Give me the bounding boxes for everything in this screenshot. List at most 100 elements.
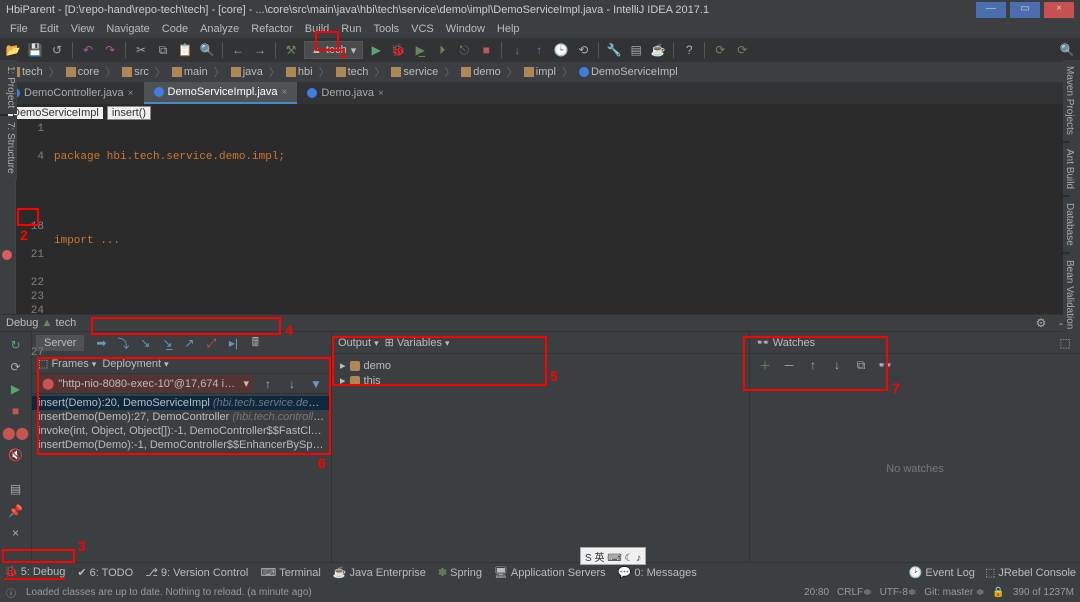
settings-icon[interactable]: 🔧 (605, 41, 623, 59)
forward-icon[interactable]: → (251, 41, 269, 59)
project-tool[interactable]: 1: Project (0, 60, 17, 114)
frames-list[interactable]: insert(Demo):20, DemoServiceImpl (hbi.te… (32, 394, 331, 454)
pin-icon[interactable]: 📌 (7, 502, 25, 520)
mute-icon[interactable]: 🔇 (7, 446, 25, 464)
bc-src[interactable]: src (118, 66, 153, 78)
duplicate-watch-icon[interactable]: ⧉ (852, 356, 870, 374)
menu-code[interactable]: Code (158, 23, 192, 35)
back-icon[interactable]: ← (229, 41, 247, 59)
frame-row[interactable]: insertDemo(Demo):27, DemoController (hbi… (32, 410, 331, 424)
search-everywhere-icon[interactable]: 🔍 (1058, 41, 1076, 59)
add-watch-icon[interactable]: ＋ (756, 356, 774, 374)
database-tool[interactable]: Database (1063, 197, 1080, 252)
jrebel-console[interactable]: ⬚JRebel Console (985, 566, 1076, 579)
breakpoint-icon[interactable]: 21 (16, 248, 44, 262)
watches-tab[interactable]: 👓 Watches (756, 336, 815, 349)
caret-position[interactable]: 20:80 (804, 587, 829, 598)
tool-debug[interactable]: 🐞5: Debug (4, 565, 65, 580)
var-row[interactable]: ▸ demo (340, 358, 741, 373)
paste-icon[interactable]: 📋 (176, 41, 194, 59)
menu-build[interactable]: Build (301, 23, 333, 35)
info-icon[interactable]: ⓘ (6, 585, 16, 600)
open-icon[interactable]: 📂 (4, 41, 22, 59)
profile-icon[interactable]: ⏵ (433, 41, 451, 59)
menu-file[interactable]: File (6, 23, 32, 35)
find-icon[interactable]: 🔍 (198, 41, 216, 59)
close-button[interactable]: × (1044, 2, 1074, 18)
lock-icon[interactable]: 🔒 (992, 587, 1004, 598)
watch-down-icon[interactable]: ↓ (828, 356, 846, 374)
output-tab[interactable]: Output ▾ (338, 337, 379, 349)
tool-java-ee[interactable]: ☕Java Enterprise (333, 566, 426, 579)
stop-icon[interactable]: ■ (477, 41, 495, 59)
tab-democontroller[interactable]: DemoController.java× (0, 82, 144, 104)
tool-messages[interactable]: 💬0: Messages (618, 566, 697, 579)
sdk-icon[interactable]: ☕ (649, 41, 667, 59)
menu-analyze[interactable]: Analyze (196, 23, 243, 35)
menu-edit[interactable]: Edit (36, 23, 63, 35)
gear-icon[interactable]: ⚙ (1032, 314, 1050, 332)
tool-todo[interactable]: ✔6: TODO (77, 566, 133, 579)
undo-icon[interactable]: ↶ (79, 41, 97, 59)
restore-layout-icon[interactable]: ⬚ (1056, 334, 1074, 352)
variables-tab[interactable]: ⊞ Variables ▾ (385, 336, 450, 349)
beanvalid-tool[interactable]: Bean Validation (1063, 254, 1080, 335)
sync-icon[interactable]: ↺ (48, 41, 66, 59)
bc-main[interactable]: main (168, 66, 212, 78)
structure-icon[interactable]: ▤ (627, 41, 645, 59)
thread-selector[interactable]: ⬤ "http-nio-8080-exec-10"@17,674 in grou… (38, 375, 253, 392)
tab-demoserviceimpl[interactable]: DemoServiceImpl.java× (144, 82, 298, 104)
run-to-cursor-icon[interactable]: ▸| (224, 334, 242, 352)
tool-terminal[interactable]: ⌨Terminal (260, 566, 320, 579)
drop-frame-icon[interactable]: ⤢ (202, 334, 220, 352)
filter-icon[interactable]: ▼ (307, 375, 325, 393)
bc-impl[interactable]: impl (520, 66, 560, 78)
run-config-combo[interactable]: ▲ tech ▾ (304, 41, 363, 59)
line-gutter[interactable]: 1 4 18 21 22 23 24 27 (16, 122, 48, 314)
remove-watch-icon[interactable]: － (780, 356, 798, 374)
ime-bar[interactable]: S 英 ⌨ ☾ ♪ (580, 547, 646, 565)
vcs-history-icon[interactable]: 🕒 (552, 41, 570, 59)
bc-hbi[interactable]: hbi (282, 66, 317, 78)
maven-tool[interactable]: Maven Projects (1063, 60, 1080, 141)
deployment-tab[interactable]: Deployment ▾ (102, 358, 168, 370)
frame-row[interactable]: insert(Demo):20, DemoServiceImpl (hbi.te… (32, 396, 331, 410)
bc-java[interactable]: java (227, 66, 267, 78)
close-icon[interactable]: × (378, 88, 384, 99)
show-watches-icon[interactable]: 👓 (876, 356, 894, 374)
jrebel-debug-icon[interactable]: ⟳ (733, 41, 751, 59)
memory-indicator[interactable]: 390 of 1237M (1013, 587, 1074, 598)
debug-icon[interactable]: 🐞 (389, 41, 407, 59)
step-out-icon[interactable]: ↗ (180, 334, 198, 352)
evaluate-icon[interactable]: 🖩 (246, 334, 264, 352)
coverage-icon[interactable]: ▶̲ (411, 41, 429, 59)
tool-spring[interactable]: ✽Spring (438, 566, 482, 579)
tab-demo[interactable]: Demo.java× (297, 82, 393, 104)
redo-icon[interactable]: ↷ (101, 41, 119, 59)
save-icon[interactable]: 💾 (26, 41, 44, 59)
menu-run[interactable]: Run (337, 23, 365, 35)
breakpoints-icon[interactable]: ⬤⬤ (7, 424, 25, 442)
prev-frame-icon[interactable]: ↑ (259, 375, 277, 393)
next-frame-icon[interactable]: ↓ (283, 375, 301, 393)
frames-tab[interactable]: ⬚ Frames ▾ (38, 357, 96, 370)
variables-list[interactable]: ▸ demo ▸ this (332, 354, 749, 392)
menu-window[interactable]: Window (442, 23, 489, 35)
menu-tools[interactable]: Tools (369, 23, 403, 35)
bc-class[interactable]: DemoServiceImpl (575, 66, 682, 78)
jrebel-icon[interactable]: ⟳ (711, 41, 729, 59)
update-icon[interactable]: ⟳ (7, 358, 25, 376)
step-into-icon[interactable]: ↘ (136, 334, 154, 352)
show-exec-icon[interactable]: ➡ (92, 334, 110, 352)
vcs-revert-icon[interactable]: ⟲ (574, 41, 592, 59)
layout-icon[interactable]: ▤ (7, 480, 25, 498)
vcs-commit-icon[interactable]: ↑ (530, 41, 548, 59)
run-icon[interactable]: ▶ (367, 41, 385, 59)
close-icon[interactable]: × (282, 87, 288, 98)
bread-class[interactable]: DemoServiceImpl (8, 107, 103, 119)
stop-debug-icon[interactable]: ■ (7, 402, 25, 420)
help-icon[interactable]: ? (680, 41, 698, 59)
code-editor[interactable]: 1 4 18 21 22 23 24 27 package hbi.tech.s… (0, 122, 1080, 314)
frame-row[interactable]: invoke(int, Object, Object[]):-1, DemoCo… (32, 424, 331, 438)
tool-vcs[interactable]: ⎇9: Version Control (145, 566, 248, 579)
